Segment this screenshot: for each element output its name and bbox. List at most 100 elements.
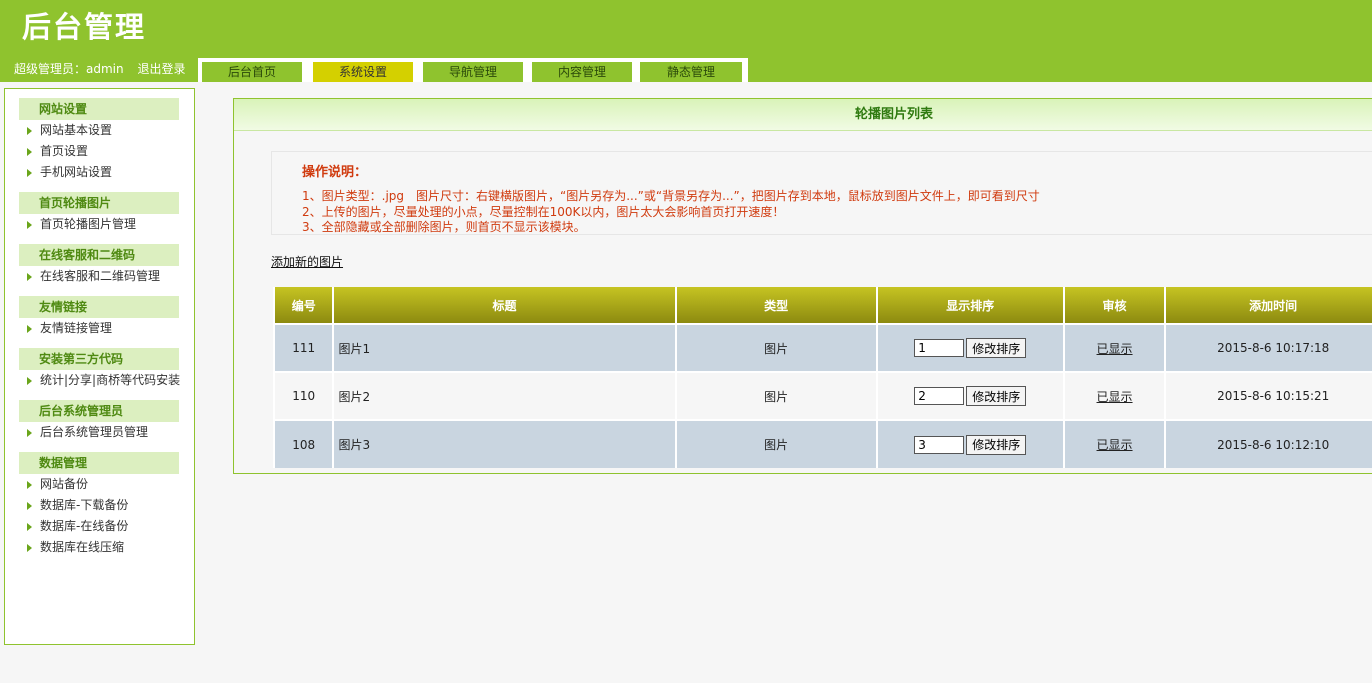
logout-link[interactable]: 退出登录 [137, 62, 185, 76]
sidebar-item-mobile-settings[interactable]: 手机网站设置 [19, 162, 179, 183]
sidebar-item-label: 统计|分享|商桥等代码安装 [40, 373, 181, 387]
row-review-cell: 已显示 [1062, 371, 1167, 420]
row-review-cell: 已显示 [1062, 323, 1167, 372]
sidebar-group-third-party: 安装第三方代码 统计|分享|商桥等代码安装 [19, 348, 181, 391]
sidebar-item-label: 网站基本设置 [40, 123, 113, 137]
sidebar-item-label: 数据库-在线备份 [40, 519, 129, 533]
sidebar-group-links: 友情链接 友情链接管理 [19, 296, 179, 339]
arrow-right-icon [27, 168, 32, 177]
row-type: 图片 [674, 371, 878, 420]
sidebar-item-db-download-backup[interactable]: 数据库-下载备份 [19, 495, 179, 516]
sidebar-group-carousel: 首页轮播图片 首页轮播图片管理 [19, 192, 179, 235]
table-row: 108 图片3 图片 修改排序 已显示 2015-8-6 10:12:10 [272, 419, 1372, 468]
arrow-right-icon [27, 428, 32, 437]
sidebar-item-site-backup[interactable]: 网站备份 [19, 474, 179, 495]
sidebar: 网站设置 网站基本设置 首页设置 手机网站设置 首页轮播图片 首页轮播图片管理 … [4, 88, 195, 645]
top-header-bar: 后台管理 超级管理员：admin 退出登录 后台首页 系统设置 导航管理 内容管… [0, 0, 1372, 82]
sidebar-item-label: 友情链接管理 [40, 321, 113, 335]
admin-info: 超级管理员：admin 退出登录 [14, 60, 195, 77]
row-id: 110 [272, 371, 335, 420]
sidebar-item-label: 网站备份 [40, 477, 89, 491]
sidebar-group-title[interactable]: 安装第三方代码 [19, 348, 179, 370]
column-header-review: 审核 [1062, 287, 1167, 324]
sidebar-group-title[interactable]: 首页轮播图片 [19, 192, 179, 214]
column-header-type: 类型 [674, 287, 878, 324]
sidebar-group-online-service: 在线客服和二维码 在线客服和二维码管理 [19, 244, 179, 287]
sidebar-item-code-install[interactable]: 统计|分享|商桥等代码安装 [19, 370, 181, 391]
sidebar-group-title[interactable]: 在线客服和二维码 [19, 244, 179, 266]
arrow-right-icon [27, 543, 32, 552]
arrow-right-icon [27, 480, 32, 489]
row-title: 图片2 [332, 371, 677, 420]
panel-title: 轮播图片列表 [854, 107, 933, 122]
admin-label: 超级管理员：admin [14, 62, 124, 76]
row-id: 111 [272, 323, 335, 372]
column-header-id: 编号 [272, 287, 335, 324]
sidebar-item-db-compress[interactable]: 数据库在线压缩 [19, 537, 179, 558]
instructions-box: 操作说明： 1、图片类型：.jpg 图片尺寸：右键横版图片，“图片另存为...”… [271, 151, 1372, 235]
arrow-right-icon [27, 376, 32, 385]
sidebar-group-title[interactable]: 后台系统管理员 [19, 400, 179, 422]
row-time: 2015-8-6 10:15:21 [1164, 371, 1372, 420]
sort-order-input[interactable] [914, 435, 965, 454]
sidebar-item-home-settings[interactable]: 首页设置 [19, 141, 179, 162]
tab-home[interactable]: 后台首页 [202, 62, 302, 82]
sidebar-item-label: 首页设置 [40, 144, 89, 158]
sidebar-group-title[interactable]: 网站设置 [19, 98, 179, 120]
tab-static[interactable]: 静态管理 [640, 62, 742, 82]
arrow-right-icon [27, 522, 32, 531]
arrow-right-icon [27, 220, 32, 229]
sidebar-item-admin-manage[interactable]: 后台系统管理员管理 [19, 422, 179, 443]
sort-order-input[interactable] [914, 339, 965, 357]
sidebar-item-online-service-manage[interactable]: 在线客服和二维码管理 [19, 266, 179, 287]
arrow-right-icon [27, 324, 32, 333]
panel-header: 轮播图片列表 [234, 99, 1372, 131]
column-header-time: 添加时间 [1164, 287, 1372, 324]
instructions-title: 操作说明： [302, 165, 368, 180]
row-type: 图片 [674, 419, 878, 468]
row-sort-cell: 修改排序 [875, 371, 1065, 420]
arrow-right-icon [27, 126, 32, 135]
sidebar-item-basic-settings[interactable]: 网站基本设置 [19, 120, 179, 141]
instruction-line: 3、全部隐藏或全部删除图片，则首页不显示该模块。 [302, 220, 586, 234]
sidebar-group-title[interactable]: 数据管理 [19, 452, 179, 474]
row-time: 2015-8-6 10:12:10 [1164, 419, 1372, 468]
sidebar-group-title[interactable]: 友情链接 [19, 296, 179, 318]
status-link[interactable]: 已显示 [1097, 438, 1133, 452]
row-time: 2015-8-6 10:17:18 [1164, 323, 1372, 372]
update-sort-button[interactable]: 修改排序 [966, 386, 1027, 406]
arrow-right-icon [27, 147, 32, 156]
tab-system-settings[interactable]: 系统设置 [313, 62, 413, 82]
row-type: 图片 [674, 323, 878, 372]
row-title: 图片3 [332, 419, 677, 468]
sidebar-item-links-manage[interactable]: 友情链接管理 [19, 318, 179, 339]
row-review-cell: 已显示 [1062, 419, 1167, 468]
main-nav-tabs: 后台首页 系统设置 导航管理 内容管理 静态管理 [198, 58, 748, 82]
table-row: 111 图片1 图片 修改排序 已显示 2015-8-6 10:17:18 [272, 323, 1372, 372]
arrow-right-icon [27, 501, 32, 510]
sidebar-item-label: 后台系统管理员管理 [40, 425, 149, 439]
app-logo: 后台管理 [22, 10, 147, 44]
sidebar-item-label: 在线客服和二维码管理 [40, 269, 161, 283]
carousel-table: 编号 标题 类型 显示排序 审核 添加时间 111 图片1 图片 修改排序 已显… [272, 287, 1372, 468]
table-row: 110 图片2 图片 修改排序 已显示 2015-8-6 10:15:21 [272, 371, 1372, 420]
sidebar-item-label: 首页轮播图片管理 [40, 217, 137, 231]
status-link[interactable]: 已显示 [1097, 342, 1133, 356]
sidebar-item-label: 手机网站设置 [40, 165, 113, 179]
column-header-sort: 显示排序 [875, 287, 1065, 324]
tab-content[interactable]: 内容管理 [532, 62, 632, 82]
sidebar-group-data: 数据管理 网站备份 数据库-下载备份 数据库-在线备份 数据库在线压缩 [19, 452, 179, 558]
sort-order-input[interactable] [914, 387, 965, 405]
update-sort-button[interactable]: 修改排序 [966, 338, 1027, 358]
table-header-row: 编号 标题 类型 显示排序 审核 添加时间 [272, 287, 1372, 324]
row-sort-cell: 修改排序 [875, 419, 1065, 468]
instruction-line: 1、图片类型：.jpg 图片尺寸：右键横版图片，“图片另存为...”或“背景另存… [302, 189, 1040, 203]
add-image-link[interactable]: 添加新的图片 [271, 253, 343, 270]
sidebar-group-site-settings: 网站设置 网站基本设置 首页设置 手机网站设置 [19, 98, 179, 183]
sidebar-group-admins: 后台系统管理员 后台系统管理员管理 [19, 400, 179, 443]
sidebar-item-carousel-manage[interactable]: 首页轮播图片管理 [19, 214, 179, 235]
sidebar-item-db-online-backup[interactable]: 数据库-在线备份 [19, 516, 179, 537]
status-link[interactable]: 已显示 [1097, 390, 1133, 404]
tab-navigation[interactable]: 导航管理 [423, 62, 523, 82]
update-sort-button[interactable]: 修改排序 [966, 434, 1027, 455]
